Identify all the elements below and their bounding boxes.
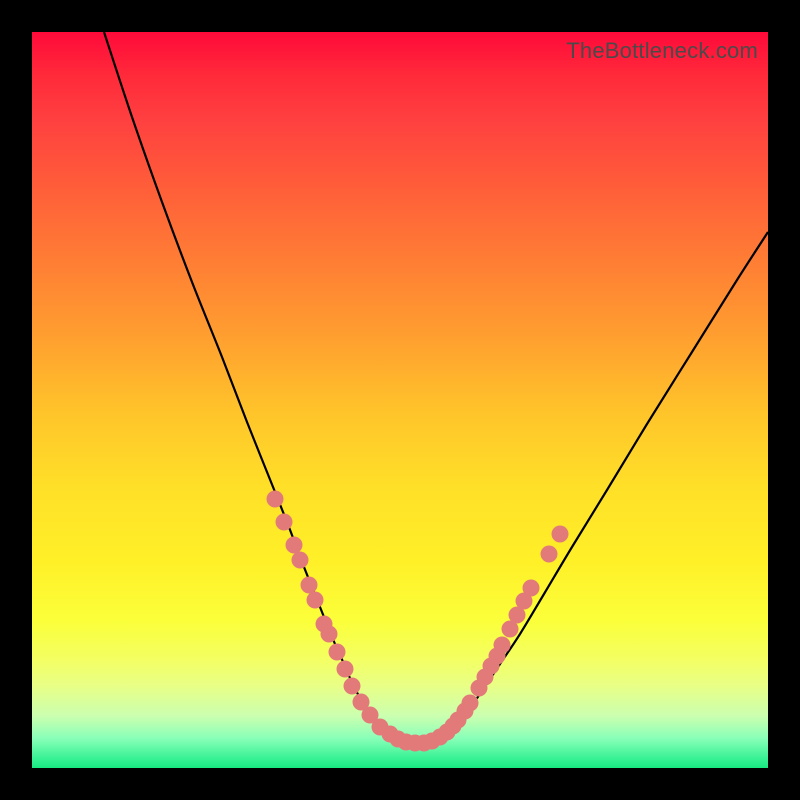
highlight-dot: [541, 546, 558, 563]
highlight-dot: [523, 580, 540, 597]
bottleneck-curve: [104, 32, 768, 744]
highlight-dot: [292, 552, 309, 569]
highlight-dots-group: [267, 491, 569, 752]
highlight-dot: [286, 537, 303, 554]
highlight-dot: [267, 491, 284, 508]
highlight-dot: [344, 678, 361, 695]
highlight-dot: [321, 626, 338, 643]
chart-frame: TheBottleneck.com: [0, 0, 800, 800]
highlight-dot: [276, 514, 293, 531]
highlight-dot: [329, 644, 346, 661]
chart-svg: [32, 32, 768, 768]
highlight-dot: [337, 661, 354, 678]
plot-area: TheBottleneck.com: [32, 32, 768, 768]
highlight-dot: [494, 637, 511, 654]
highlight-dot: [462, 695, 479, 712]
highlight-dot: [307, 592, 324, 609]
highlight-dot: [552, 526, 569, 543]
highlight-dot: [301, 577, 318, 594]
